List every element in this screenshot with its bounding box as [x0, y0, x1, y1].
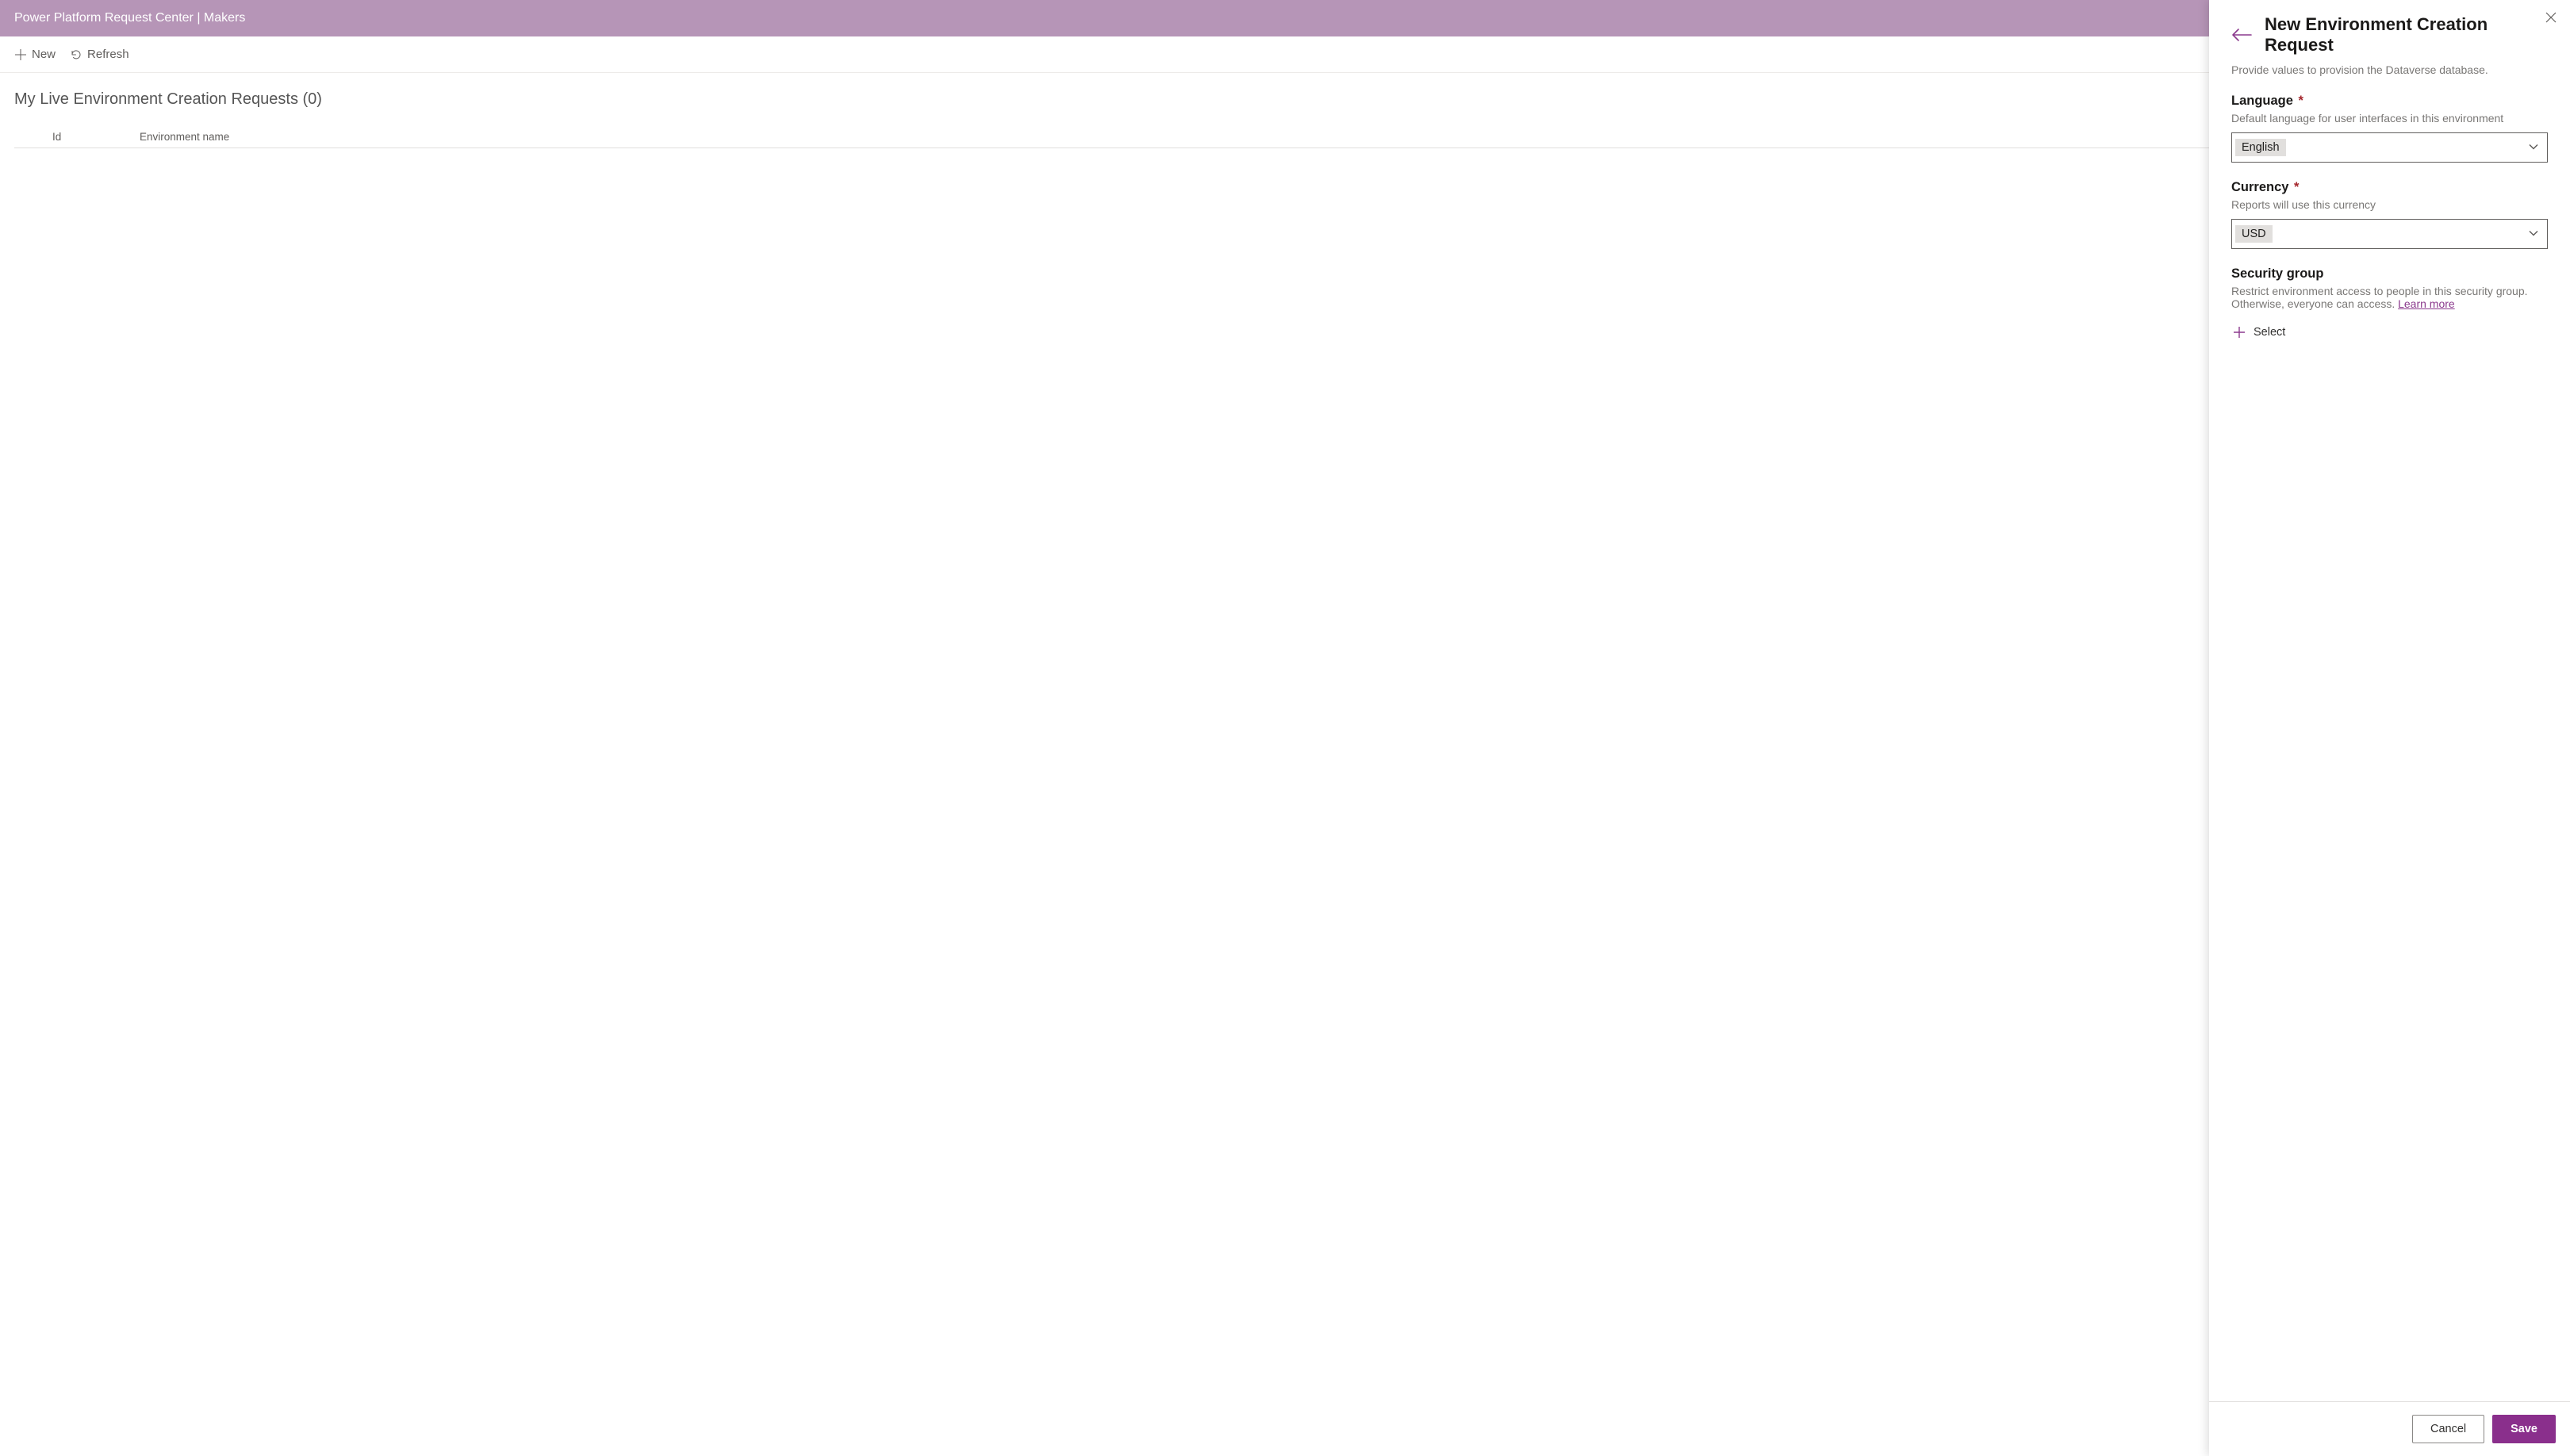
close-icon: [2545, 12, 2557, 23]
panel-body: Provide values to provision the Datavers…: [2209, 59, 2570, 1401]
security-group-description: Restrict environment access to people in…: [2231, 285, 2548, 310]
field-language: Language * Default language for user int…: [2231, 94, 2548, 163]
language-label-text: Language: [2231, 94, 2293, 108]
list-title: My Live Environment Creation Requests (0…: [14, 90, 2556, 109]
currency-description: Reports will use this currency: [2231, 198, 2548, 211]
refresh-icon: [70, 48, 82, 61]
security-group-desc-text: Restrict environment access to people in…: [2231, 285, 2528, 310]
currency-select-value: USD: [2235, 225, 2273, 243]
language-select[interactable]: English: [2231, 132, 2548, 163]
cancel-button[interactable]: Cancel: [2412, 1415, 2484, 1443]
refresh-button-label: Refresh: [87, 48, 129, 61]
app-title: Power Platform Request Center | Makers: [14, 11, 245, 25]
currency-label-text: Currency: [2231, 180, 2288, 194]
required-marker: *: [2299, 94, 2303, 108]
main-content: My Live Environment Creation Requests (0…: [0, 73, 2570, 1456]
col-id-header[interactable]: Id: [52, 131, 140, 143]
close-button[interactable]: [2540, 6, 2562, 29]
arrow-left-icon: [2231, 27, 2252, 43]
panel-subtitle: Provide values to provision the Datavers…: [2231, 63, 2548, 76]
field-currency: Currency * Reports will use this currenc…: [2231, 180, 2548, 249]
language-select-value: English: [2235, 139, 2286, 156]
currency-select[interactable]: USD: [2231, 219, 2548, 249]
learn-more-link[interactable]: Learn more: [2398, 297, 2455, 310]
panel-title: New Environment Creation Request: [2265, 14, 2548, 56]
chevron-down-icon: [2528, 141, 2539, 155]
back-button[interactable]: [2231, 27, 2252, 43]
refresh-button[interactable]: Refresh: [68, 44, 131, 64]
save-button[interactable]: Save: [2492, 1415, 2556, 1443]
plus-icon: [14, 48, 27, 61]
required-marker: *: [2294, 180, 2299, 194]
select-security-group-button[interactable]: Select: [2231, 323, 2287, 342]
select-button-label: Select: [2254, 326, 2285, 339]
app-bar: Power Platform Request Center | Makers: [0, 0, 2570, 36]
language-description: Default language for user interfaces in …: [2231, 112, 2548, 125]
plus-icon: [2233, 326, 2246, 339]
new-button[interactable]: New: [13, 44, 57, 64]
language-label: Language *: [2231, 94, 2548, 109]
side-panel: New Environment Creation Request Provide…: [2209, 0, 2570, 1456]
security-group-label: Security group: [2231, 266, 2548, 282]
field-security-group: Security group Restrict environment acce…: [2231, 266, 2548, 342]
col-checkbox: [14, 131, 52, 143]
currency-label: Currency *: [2231, 180, 2548, 195]
col-envname-header[interactable]: Environment name: [140, 131, 2556, 143]
panel-footer: Cancel Save: [2209, 1401, 2570, 1456]
panel-header: New Environment Creation Request: [2209, 0, 2570, 59]
command-bar: New Refresh: [0, 36, 2570, 73]
chevron-down-icon: [2528, 228, 2539, 241]
new-button-label: New: [32, 48, 56, 61]
list-header-row: Id Environment name: [14, 131, 2556, 148]
